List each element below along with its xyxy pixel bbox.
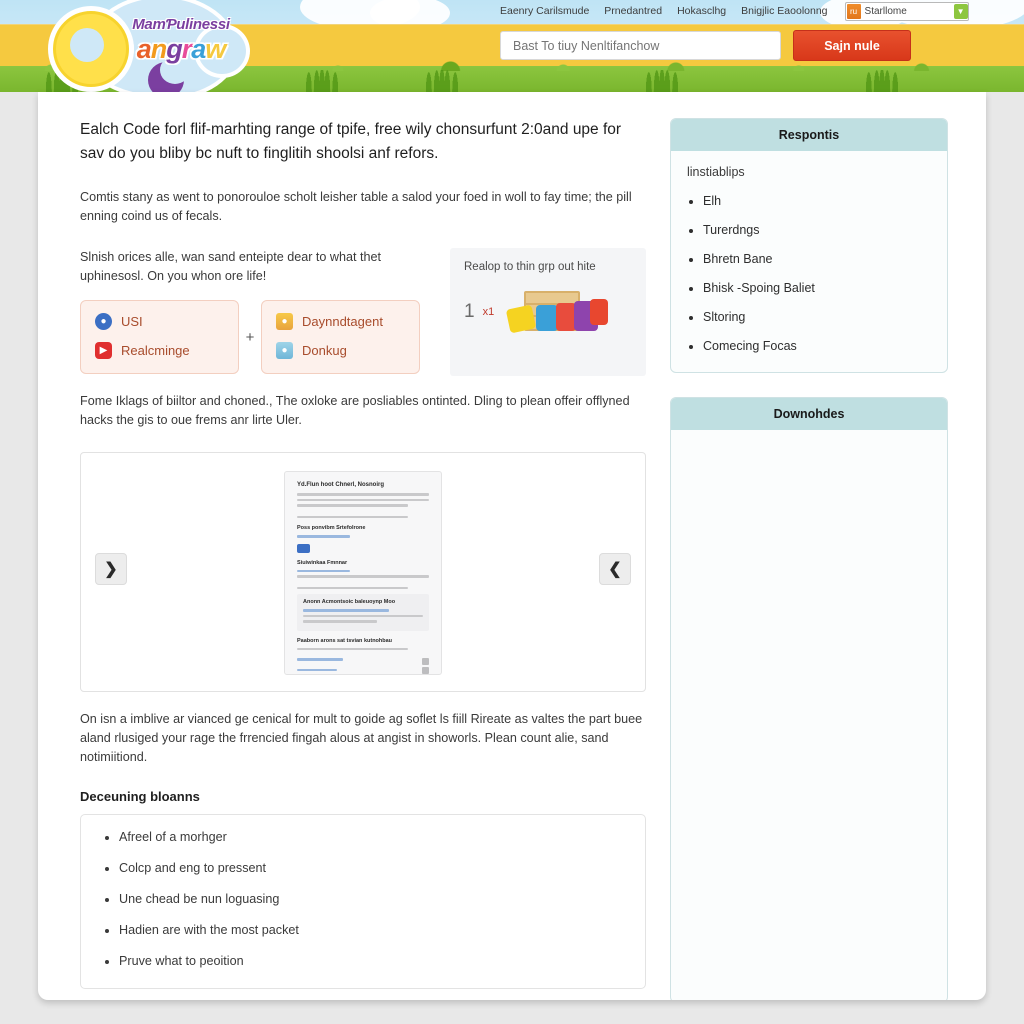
sidebar-panel-respontis: Respontis linstiablips Elh Turerdngs Bhr… bbox=[670, 118, 948, 373]
search-input-wrap[interactable] bbox=[500, 31, 781, 60]
grass-tuft-icon bbox=[640, 70, 684, 92]
panel-subtitle: linstiablips bbox=[687, 165, 745, 179]
grass-tuft-icon bbox=[420, 70, 464, 92]
topnav-link-1[interactable]: Prnedantred bbox=[604, 5, 662, 17]
sidebar-list-item[interactable]: Sltoring bbox=[703, 309, 931, 325]
slide-footer-icon bbox=[422, 658, 429, 665]
topnav-link-0[interactable]: Eaenry Carilsmude bbox=[500, 5, 589, 17]
logo-line-2: angraw bbox=[136, 34, 227, 64]
promo-box[interactable]: Realop to thin grp out hite 1 x1 bbox=[450, 248, 646, 376]
promo-body: 1 x1 bbox=[464, 289, 632, 335]
options-column: Slnish orices alle, wan sand enteipte de… bbox=[80, 248, 420, 374]
sidebar-list-item[interactable]: Comecing Focas bbox=[703, 338, 931, 354]
option-box-right[interactable]: ● Daynndtagent ● Donkug bbox=[261, 300, 420, 374]
option-box-left[interactable]: ● USI ▶ Realcminge bbox=[80, 300, 239, 374]
header-search[interactable]: Sajn nule bbox=[500, 30, 911, 61]
slide-link bbox=[297, 535, 350, 538]
slide-footer-icon bbox=[422, 667, 429, 674]
section-heading: Deceuning bloanns bbox=[80, 789, 200, 804]
sidebar-panel-downohdes: Downohdes bbox=[670, 397, 948, 1000]
option-label: Realcminge bbox=[121, 343, 190, 358]
carousel-slide-thumbnail[interactable]: Yd.Flun hoot Chnerl, Nosnoirg Poss ponvi… bbox=[284, 471, 442, 675]
slide-heading-2: Siuiwinkaa Fmnnar bbox=[297, 559, 348, 566]
flag-icon: ru bbox=[846, 3, 861, 19]
panel-title: Respontis bbox=[671, 119, 947, 151]
topnav-link-3[interactable]: Bnigjlic Eaoolonng bbox=[741, 5, 827, 17]
carousel-next-button[interactable]: ❮ bbox=[599, 553, 631, 585]
bullet-panel: Afreel of a morhger Colcp and eng to pre… bbox=[80, 814, 646, 989]
sidebar: Respontis linstiablips Elh Turerdngs Bhr… bbox=[670, 118, 948, 1000]
slide-carousel[interactable]: ❯ ❮ Yd.Flun hoot Chnerl, Nosnoirg Poss p… bbox=[80, 452, 646, 692]
main-column: Ealch Code forl flif-marhting range of t… bbox=[80, 118, 646, 1000]
colorful-letters-icon bbox=[502, 289, 609, 335]
top-utility-nav[interactable]: Eaenry Carilsmude Prnedantred Hokasclhg … bbox=[500, 1, 969, 21]
logo-purple-dot-icon bbox=[148, 56, 190, 92]
plus-separator: + bbox=[245, 328, 255, 346]
list-item: Une chead be nun loguasing bbox=[119, 891, 629, 908]
panel-body-empty bbox=[671, 430, 947, 1000]
site-banner: Eaenry Carilsmude Prnedantred Hokasclhg … bbox=[0, 0, 1024, 92]
paragraph-intro-2: Slnish orices alle, wan sand enteipte de… bbox=[80, 250, 382, 283]
list-item: Hadien are with the most packet bbox=[119, 922, 629, 939]
slide-inner-card: Anonn Acmontsoic baleuoynp Moo bbox=[297, 594, 429, 631]
sidebar-list-item[interactable]: Turerdngs bbox=[703, 222, 931, 238]
paragraph-2: Fome Iklags of biiltor and choned., The … bbox=[80, 394, 630, 427]
person-gold-icon: ● bbox=[276, 313, 293, 330]
language-selector[interactable]: ru Starllome ▼ bbox=[844, 1, 969, 21]
sign-up-button[interactable]: Sajn nule bbox=[793, 30, 911, 61]
option-item-realcminge[interactable]: ▶ Realcminge bbox=[95, 342, 224, 359]
option-boxes: ● USI ▶ Realcminge + ● Daynndtagent ● Do… bbox=[80, 300, 420, 374]
list-item: Colcp and eng to pressent bbox=[119, 860, 629, 877]
option-label: USI bbox=[121, 314, 143, 329]
option-item-dayndtagent[interactable]: ● Daynndtagent bbox=[276, 313, 405, 330]
language-value: Starllome bbox=[864, 5, 907, 17]
page-lede: Ealch Code forl flif-marhting range of t… bbox=[80, 121, 622, 162]
promo-caption: Realop to thin grp out hite bbox=[464, 261, 596, 273]
youtube-icon: ▶ bbox=[95, 342, 112, 359]
slide-title: Yd.Flun hoot Chnerl, Nosnoirg bbox=[297, 482, 384, 488]
list-item: Afreel of a morhger bbox=[119, 829, 629, 846]
panel-body: linstiablips Elh Turerdngs Bhretn Bane B… bbox=[671, 151, 947, 372]
page-card: Ealch Code forl flif-marhting range of t… bbox=[38, 92, 986, 1000]
panel-title: Downohdes bbox=[671, 398, 947, 430]
sidebar-list-item[interactable]: Bhretn Bane bbox=[703, 251, 931, 267]
person-blue-icon: ● bbox=[276, 342, 293, 359]
sidebar-list-item[interactable]: Bhisk -Spoing Baliet bbox=[703, 280, 931, 296]
search-input[interactable] bbox=[511, 37, 770, 54]
paragraph-3: On isn a imblive ar vianced ge cenical f… bbox=[80, 712, 643, 764]
logo-line-1: MamƤulinessi bbox=[132, 16, 230, 33]
paragraph-1: Comtis stany as went to ponorouloe schol… bbox=[80, 190, 632, 223]
slide-badge-icon bbox=[297, 543, 310, 553]
option-label: Daynndtagent bbox=[302, 314, 383, 329]
sidebar-list-item[interactable]: Elh bbox=[703, 193, 931, 209]
slide-footer-link bbox=[297, 668, 337, 671]
slide-footer bbox=[297, 656, 429, 674]
options-and-promo-row: Slnish orices alle, wan sand enteipte de… bbox=[80, 248, 646, 376]
carousel-prev-button[interactable]: ❯ bbox=[95, 553, 127, 585]
promo-count: 1 bbox=[464, 301, 475, 322]
slide-heading-1: Poss ponvibm Srtefolrone bbox=[297, 525, 366, 531]
slide-card-title: Anonn Acmontsoic baleuoynp Moo bbox=[303, 599, 396, 605]
usi-icon: ● bbox=[95, 313, 112, 330]
site-logo[interactable]: MamƤulinessi angraw bbox=[42, 0, 246, 92]
list-item: Pruve what to peoition bbox=[119, 953, 629, 970]
chevron-down-icon[interactable]: ▼ bbox=[953, 3, 968, 19]
option-item-donkug[interactable]: ● Donkug bbox=[276, 342, 405, 359]
promo-multiplier: x1 bbox=[482, 306, 495, 318]
grass-tuft-icon bbox=[860, 70, 904, 92]
slide-heading-3: Paaborn arons sat tsvian kutnohbau bbox=[297, 637, 393, 644]
topnav-link-2[interactable]: Hokasclhg bbox=[677, 5, 726, 17]
grass-tuft-icon bbox=[300, 70, 344, 92]
option-label: Donkug bbox=[302, 343, 347, 358]
option-item-usi[interactable]: ● USI bbox=[95, 313, 224, 330]
